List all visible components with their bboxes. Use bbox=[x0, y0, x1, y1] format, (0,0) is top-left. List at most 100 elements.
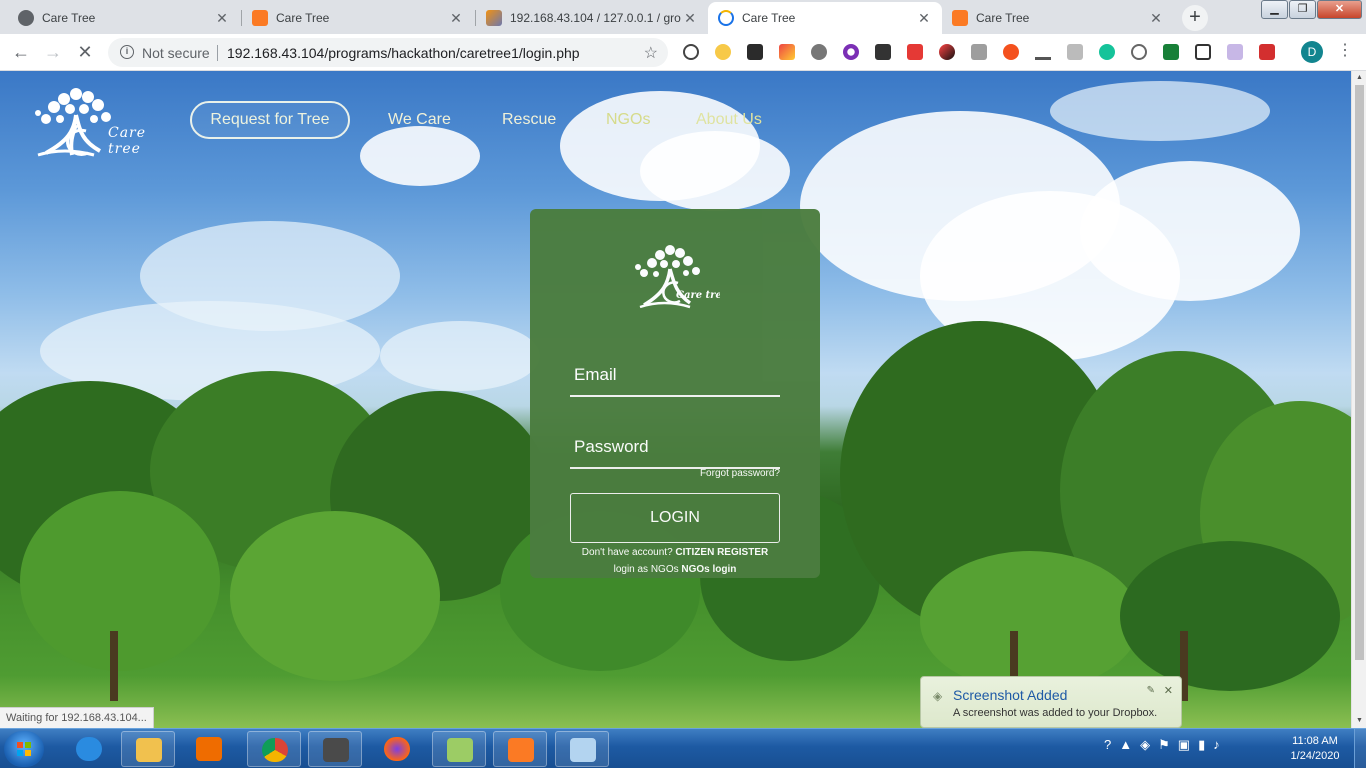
x-extension-icon[interactable] bbox=[1003, 44, 1019, 60]
action-center-flag-icon[interactable]: ⚑ bbox=[1158, 737, 1170, 753]
forgot-password-link[interactable]: Forgot password? bbox=[700, 468, 780, 479]
xampp-icon bbox=[252, 10, 268, 26]
browser-tab[interactable]: Care Tree ✕ bbox=[942, 2, 1174, 34]
back-button[interactable]: ← bbox=[9, 41, 33, 65]
browser-tab[interactable]: Care Tree ✕ bbox=[8, 2, 240, 34]
clock-time: 11:08 AM bbox=[1292, 735, 1338, 747]
help-icon[interactable]: ? bbox=[1104, 737, 1111, 753]
dropbox-notification[interactable]: ◈ Screenshot Added A screenshot was adde… bbox=[920, 676, 1182, 728]
info-icon[interactable]: i bbox=[120, 45, 134, 59]
forward-button[interactable]: → bbox=[41, 41, 65, 65]
scroll-up-arrow-icon[interactable]: ▲ bbox=[1352, 71, 1366, 85]
internet-explorer-taskbar-button[interactable] bbox=[62, 731, 116, 767]
media-player-icon bbox=[196, 737, 222, 761]
volume-icon[interactable]: ♪ bbox=[1213, 737, 1220, 753]
login-card: Care tree Email Password Forgot password… bbox=[530, 209, 820, 578]
system-clock[interactable]: 11:08 AM 1/24/2020 bbox=[1282, 734, 1348, 764]
k-logo-extension-icon[interactable] bbox=[971, 44, 987, 60]
loading-icon bbox=[718, 10, 734, 26]
show-hidden-icons[interactable]: ▲ bbox=[1119, 737, 1132, 753]
login-button[interactable]: LOGIN bbox=[570, 493, 780, 543]
settings-icon[interactable]: ✎ bbox=[1147, 685, 1155, 696]
file-explorer-taskbar-button[interactable] bbox=[121, 731, 175, 767]
notepad-plus-taskbar-button[interactable] bbox=[432, 731, 486, 767]
background-tree bbox=[920, 551, 1140, 691]
menu-dots-icon[interactable]: ⋮ bbox=[1337, 40, 1353, 60]
new-tab-button[interactable]: + bbox=[1182, 5, 1208, 31]
printer-extension-icon[interactable] bbox=[1067, 44, 1083, 60]
chat-extension-icon[interactable] bbox=[1131, 44, 1147, 60]
close-icon[interactable]: ✕ bbox=[1164, 684, 1173, 697]
browser-tab[interactable]: 192.168.43.104 / 127.0.0.1 / gro ✕ bbox=[476, 2, 708, 34]
folder-icon bbox=[136, 738, 162, 762]
profile-avatar[interactable]: D bbox=[1301, 41, 1323, 63]
app-taskbar-button[interactable] bbox=[555, 731, 609, 767]
background-tree bbox=[1120, 541, 1340, 691]
nav-about-us[interactable]: About Us bbox=[696, 111, 762, 129]
loading-status-text: Waiting for 192.168.43.104... bbox=[0, 707, 154, 728]
browser-tab-strip: Care Tree ✕ Care Tree ✕ 192.168.43.104 /… bbox=[0, 0, 1366, 34]
ngos-login-link[interactable]: NGOs login bbox=[681, 564, 736, 575]
document-extension-icon[interactable] bbox=[1227, 44, 1243, 60]
tree-logo-icon: Care tree bbox=[635, 245, 728, 309]
close-window-button[interactable]: ✕ bbox=[1317, 0, 1362, 19]
browser-tab[interactable]: Care Tree ✕ bbox=[242, 2, 474, 34]
color-extension-icon[interactable] bbox=[779, 44, 795, 60]
se-extension-icon[interactable] bbox=[875, 44, 891, 60]
gear-extension-icon[interactable] bbox=[811, 44, 827, 60]
nav-rescue[interactable]: Rescue bbox=[502, 111, 556, 129]
circle-extension-icon[interactable] bbox=[843, 44, 859, 60]
arrow-extension-icon[interactable] bbox=[939, 44, 955, 60]
speedometer-extension-icon[interactable] bbox=[683, 44, 699, 60]
device-icon[interactable]: ▣ bbox=[1178, 737, 1190, 753]
sublime-text-icon bbox=[323, 738, 349, 762]
k-extension-icon[interactable] bbox=[747, 44, 763, 60]
nav-we-care[interactable]: We Care bbox=[388, 111, 451, 129]
classroom-extension-icon[interactable] bbox=[1163, 44, 1179, 60]
security-label: Not secure bbox=[142, 45, 210, 61]
page-viewport: Care tree Request for Tree We Care Rescu… bbox=[0, 71, 1351, 728]
citizen-register-link[interactable]: CITIZEN REGISTER bbox=[675, 547, 768, 558]
close-icon[interactable]: ✕ bbox=[682, 10, 698, 27]
page-scrollbar[interactable]: ▲ ▼ bbox=[1351, 71, 1366, 728]
password-field[interactable]: Password bbox=[570, 437, 780, 469]
background-tree bbox=[230, 511, 440, 681]
tab-title: Care Tree bbox=[742, 11, 796, 25]
stop-loading-button[interactable]: ✕ bbox=[73, 41, 97, 65]
nav-ngos[interactable]: NGOs bbox=[606, 111, 650, 129]
close-icon[interactable]: ✕ bbox=[1148, 10, 1164, 27]
media-player-taskbar-button[interactable] bbox=[182, 731, 236, 767]
window-extension-icon[interactable] bbox=[1195, 44, 1211, 60]
sublime-taskbar-button[interactable] bbox=[308, 731, 362, 767]
dropbox-tray-icon[interactable]: ◈ bbox=[1140, 737, 1150, 753]
pdf-extension-icon[interactable] bbox=[1259, 44, 1275, 60]
firefox-taskbar-button[interactable] bbox=[370, 731, 424, 767]
moon-extension-icon[interactable] bbox=[715, 44, 731, 60]
start-button[interactable] bbox=[4, 731, 44, 767]
window-controls: ▁ ❐ ✕ bbox=[1260, 0, 1362, 19]
address-bar[interactable]: i Not secure 192.168.43.104/programs/hac… bbox=[108, 38, 668, 67]
close-icon[interactable]: ✕ bbox=[214, 10, 230, 27]
scrollbar-thumb[interactable] bbox=[1355, 85, 1364, 660]
close-icon[interactable]: ✕ bbox=[448, 10, 464, 27]
bookmark-star-icon[interactable]: ☆ bbox=[644, 43, 658, 63]
download-icon[interactable] bbox=[1035, 44, 1051, 60]
request-for-tree-button[interactable]: Request for Tree bbox=[190, 101, 350, 139]
site-logo[interactable]: Care tree bbox=[24, 85, 184, 161]
network-signal-icon[interactable]: ▮ bbox=[1198, 737, 1205, 753]
email-field[interactable]: Email bbox=[570, 365, 780, 397]
xampp-taskbar-button[interactable] bbox=[493, 731, 547, 767]
minimize-button[interactable]: ▁ bbox=[1261, 0, 1288, 19]
record-extension-icon[interactable] bbox=[907, 44, 923, 60]
firefox-icon bbox=[384, 737, 410, 761]
close-icon[interactable]: ✕ bbox=[916, 10, 932, 27]
url-text[interactable]: 192.168.43.104/programs/hackathon/caretr… bbox=[227, 45, 580, 61]
background-cloud bbox=[380, 321, 540, 391]
scroll-down-arrow-icon[interactable]: ▼ bbox=[1352, 714, 1366, 728]
grammarly-icon[interactable] bbox=[1099, 44, 1115, 60]
maximize-button[interactable]: ❐ bbox=[1289, 0, 1316, 19]
logo-text: Care tree bbox=[108, 125, 147, 157]
browser-tab-active[interactable]: Care Tree ✕ bbox=[708, 2, 942, 34]
show-desktop-button[interactable] bbox=[1354, 729, 1366, 768]
chrome-taskbar-button[interactable] bbox=[247, 731, 301, 767]
